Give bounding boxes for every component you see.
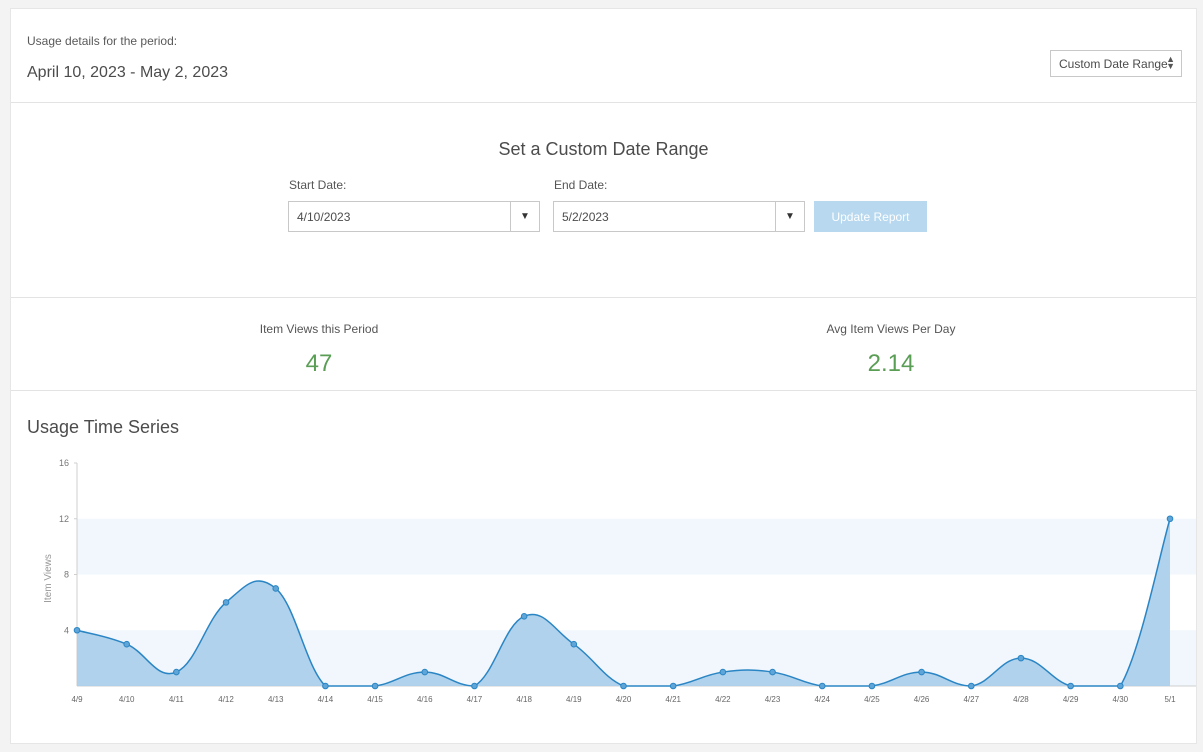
custom-date-range-panel: Set a Custom Date Range Start Date: 4/10… (11, 103, 1196, 298)
x-tick-label: 4/16 (417, 695, 433, 704)
x-tick-label: 4/14 (318, 695, 334, 704)
start-date-value: 4/10/2023 (297, 210, 351, 224)
data-point (1166, 515, 1174, 523)
data-point (123, 640, 130, 648)
x-tick-label: 4/10 (119, 695, 135, 704)
y-tick-label: 12 (59, 514, 69, 524)
avg-views-label: Avg Item Views Per Day (826, 322, 956, 336)
y-axis-label: Item Views (43, 554, 54, 603)
x-tick-label: 4/17 (467, 695, 483, 704)
data-point (818, 682, 826, 690)
data-point (371, 682, 379, 690)
y-tick-label: 16 (59, 458, 69, 468)
data-point (222, 599, 230, 606)
period-header: Usage details for the period: April 10, … (11, 9, 1196, 103)
caret-down-icon[interactable]: ▼ (510, 202, 539, 231)
data-point (669, 682, 677, 690)
end-date-value: 5/2/2023 (562, 210, 609, 224)
grid-band (77, 518, 1196, 575)
data-point (868, 682, 876, 690)
x-tick-label: 4/27 (963, 695, 979, 704)
data-point (620, 682, 627, 690)
data-point (1017, 654, 1025, 662)
x-tick-label: 4/12 (218, 695, 234, 704)
avg-views-value: 2.14 (867, 350, 915, 377)
stats-panel: Item Views this Period 47 Avg Item Views… (11, 298, 1196, 391)
x-tick-label: 4/24 (814, 695, 830, 704)
x-tick-label: 5/1 (1164, 695, 1176, 704)
x-tick-label: 4/9 (71, 695, 83, 704)
up-down-arrows-icon: ▲ ▼ (1166, 54, 1175, 71)
data-point (918, 668, 925, 676)
y-tick-label: 4 (64, 625, 69, 635)
update-report-button[interactable]: Update Report (814, 201, 927, 232)
date-range-select-value: Custom Date Range (1059, 56, 1168, 71)
x-tick-label: 4/23 (765, 695, 781, 704)
custom-range-title: Set a Custom Date Range (498, 139, 709, 159)
x-tick-label: 4/18 (516, 695, 532, 704)
item-views-label: Item Views this Period (259, 322, 379, 336)
data-point (322, 682, 329, 690)
x-tick-label: 4/25 (864, 695, 880, 704)
x-tick-label: 4/28 (1013, 695, 1029, 704)
usage-card: Usage details for the period: April 10, … (10, 8, 1197, 744)
period-label: Usage details for the period: (27, 34, 178, 48)
data-point (967, 682, 975, 690)
x-tick-label: 4/26 (914, 695, 930, 704)
data-point (769, 668, 776, 676)
x-tick-label: 4/29 (1063, 695, 1079, 704)
period-value: April 10, 2023 - May 2, 2023 (27, 64, 229, 81)
data-point (421, 668, 429, 676)
x-tick-label: 4/22 (715, 695, 731, 704)
end-date-input[interactable]: 5/2/2023 ▼ (553, 201, 805, 232)
data-point (719, 668, 727, 676)
x-tick-label: 4/19 (566, 695, 582, 704)
x-tick-label: 4/11 (169, 695, 185, 704)
data-point (520, 613, 528, 620)
data-point (73, 626, 81, 634)
start-date-label: Start Date: (289, 178, 347, 192)
usage-chart-panel: Usage Time Series 4 8 12 16 Item Views 4/9 4/1… (11, 391, 1196, 743)
x-tick-label: 4/21 (665, 695, 681, 704)
x-tick-label: 4/13 (268, 695, 284, 704)
date-range-select[interactable]: Custom Date Range ▲ ▼ (1050, 50, 1182, 77)
start-date-input[interactable]: 4/10/2023 ▼ (288, 201, 540, 232)
usage-time-series-chart: 4 8 12 16 Item Views 4/9 4/10 4/11 4/12 4/13 4/14 4… (43, 458, 1196, 704)
data-point (1117, 682, 1124, 690)
data-point (272, 585, 280, 592)
caret-down-icon[interactable]: ▼ (775, 202, 804, 231)
item-views-value: 47 (305, 350, 333, 377)
x-tick-label: 4/20 (616, 695, 632, 704)
x-tick-label: 4/30 (1113, 695, 1129, 704)
x-tick-label: 4/15 (367, 695, 383, 704)
y-tick-label: 8 (64, 570, 69, 580)
end-date-label: End Date: (554, 178, 608, 192)
data-point (1067, 682, 1074, 690)
data-point (471, 682, 478, 690)
data-point (173, 668, 180, 676)
data-point (570, 640, 578, 648)
